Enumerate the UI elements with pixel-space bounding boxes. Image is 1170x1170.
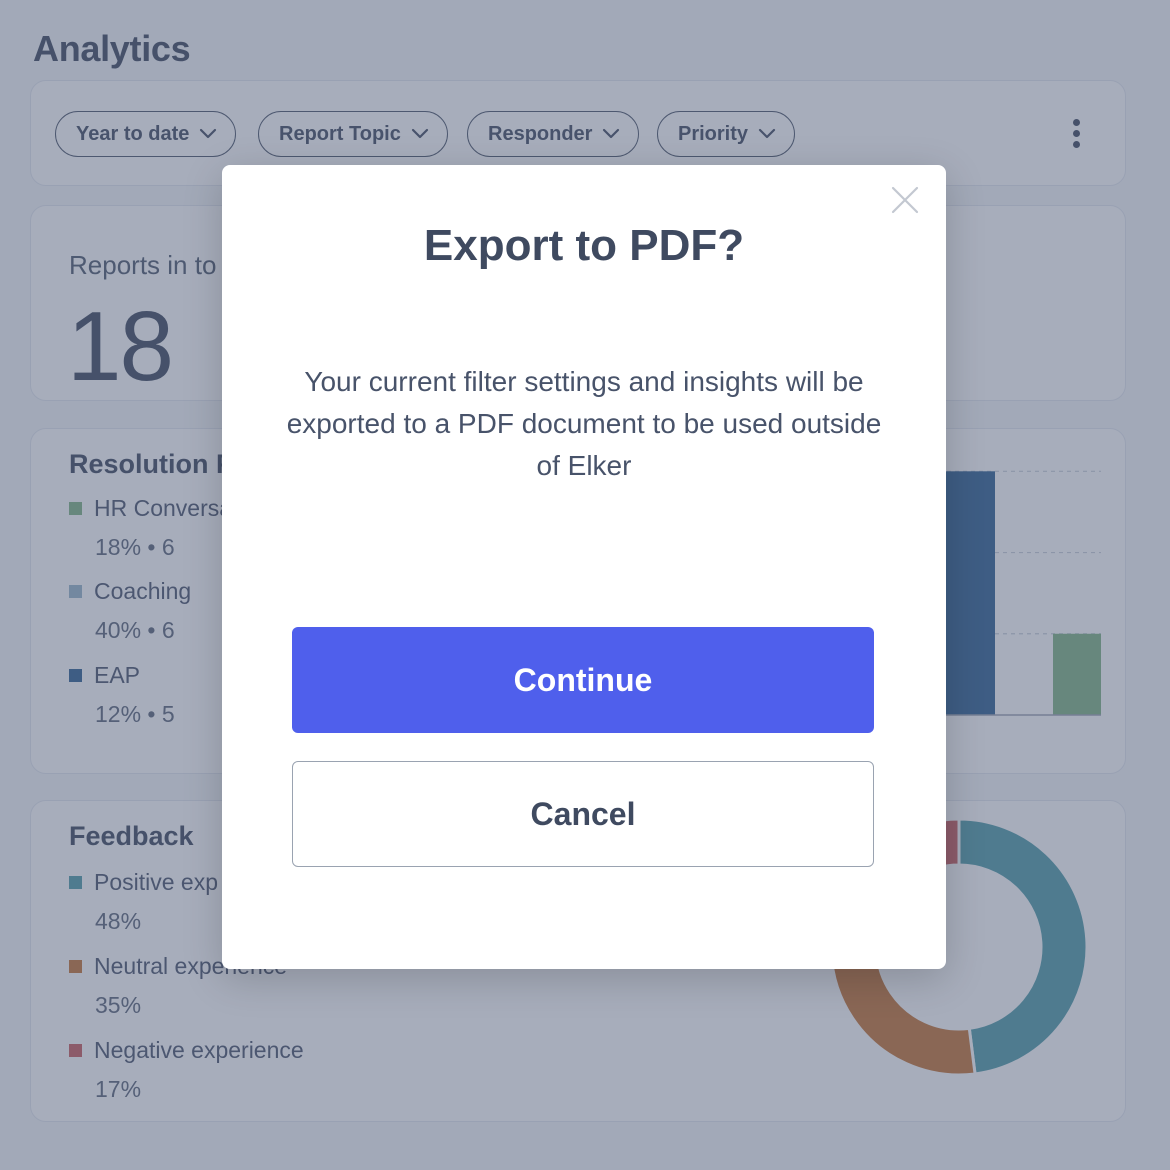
export-modal: Export to PDF? Your current filter setti…	[222, 165, 946, 969]
modal-body: Your current filter settings and insight…	[286, 366, 882, 481]
cancel-button[interactable]: Cancel	[292, 761, 874, 867]
continue-button[interactable]: Continue	[292, 627, 874, 733]
close-icon[interactable]	[890, 185, 920, 215]
modal-title: Export to PDF?	[423, 221, 745, 270]
